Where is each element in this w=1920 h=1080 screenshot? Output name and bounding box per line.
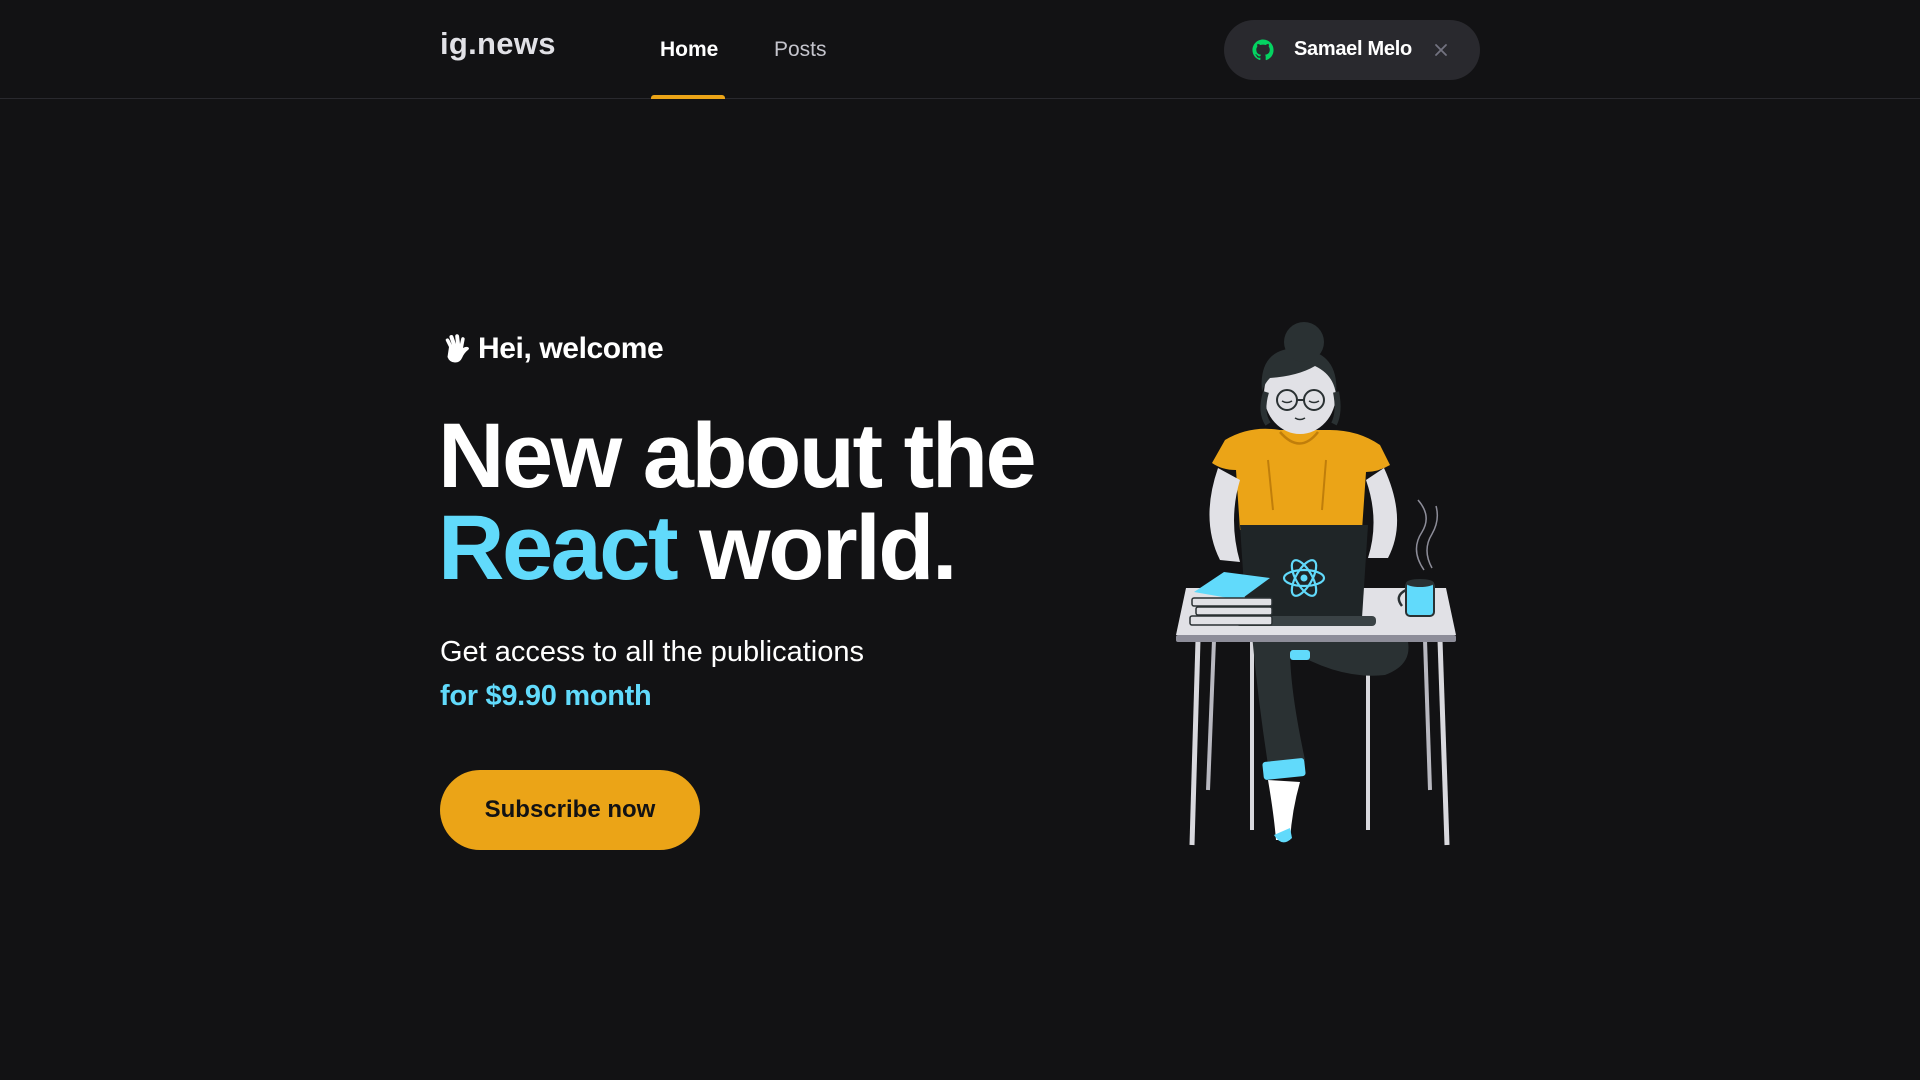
- nav-posts[interactable]: Posts: [774, 38, 827, 62]
- user-name: Samael Melo: [1294, 38, 1412, 60]
- headline: New about the React world.: [438, 410, 1138, 594]
- welcome-text: Hei, welcome: [440, 332, 664, 366]
- waving-hand-icon: [445, 334, 469, 363]
- welcome-label: Hei, welcome: [478, 332, 664, 365]
- woman-coding-illustration: [1176, 322, 1456, 846]
- subtitle: Get access to all the publications: [440, 636, 864, 668]
- user-signout-button[interactable]: Samael Melo: [1224, 20, 1480, 80]
- logo[interactable]: ig.news: [440, 26, 556, 62]
- headline-rest: world.: [699, 497, 957, 599]
- headline-line1: New about the: [438, 405, 1037, 507]
- header: ig.news Home Posts Samael Melo: [0, 0, 1920, 99]
- nav-home[interactable]: Home: [660, 38, 718, 62]
- active-nav-indicator: [651, 95, 725, 99]
- subscribe-button[interactable]: Subscribe now: [440, 770, 700, 850]
- close-icon[interactable]: [1433, 42, 1449, 58]
- headline-accent: React: [438, 497, 679, 599]
- github-icon: [1252, 39, 1274, 61]
- price-text: for $9.90 month: [440, 680, 652, 712]
